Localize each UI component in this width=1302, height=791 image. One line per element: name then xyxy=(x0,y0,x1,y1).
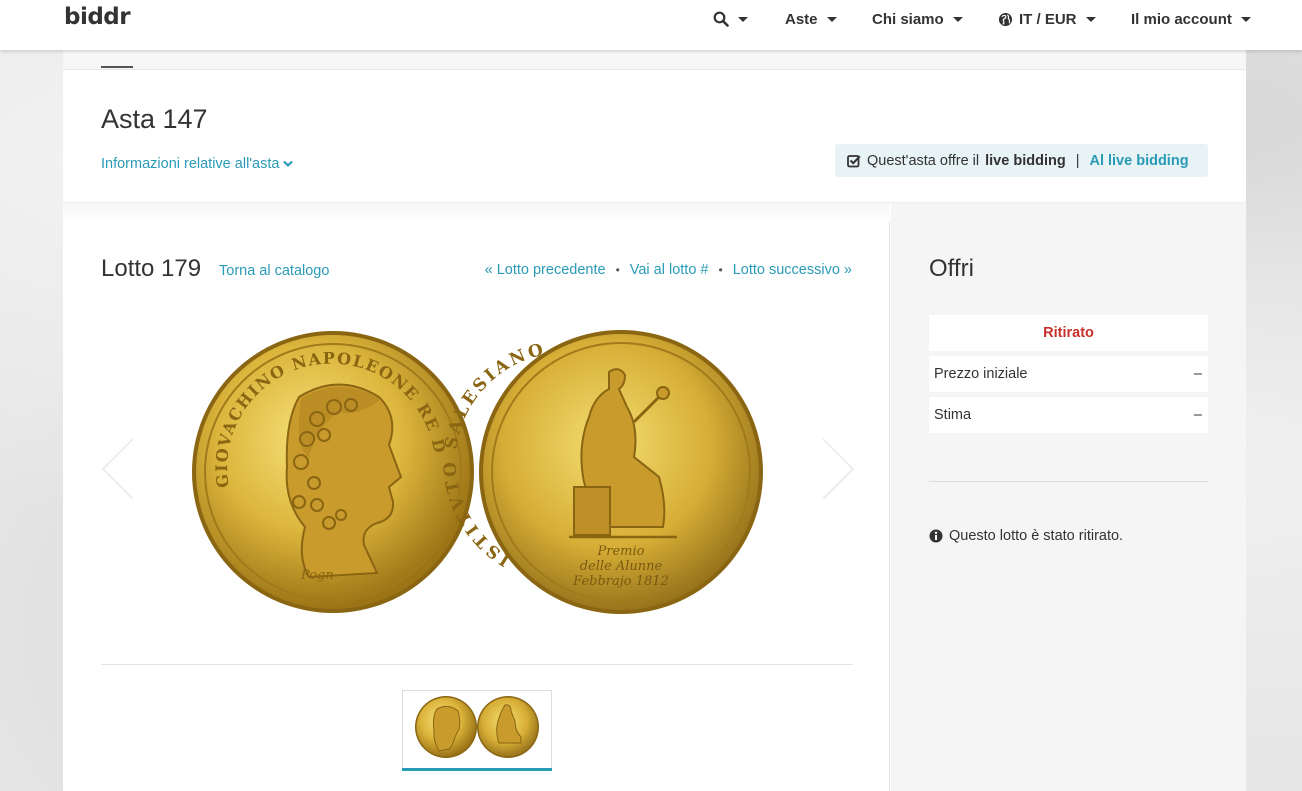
auction-info-toggle[interactable]: Informazioni relative all'asta xyxy=(101,156,294,172)
auction-info-label: Informazioni relative all'asta xyxy=(101,156,280,172)
live-bidding-box: Quest'asta offre il live bidding | Al li… xyxy=(835,144,1208,177)
lot-title: Lotto 179 xyxy=(101,255,202,282)
main-container: Asta 147 Informazioni relative all'asta … xyxy=(63,50,1246,791)
nav-language-currency[interactable]: IT / EUR xyxy=(998,11,1096,28)
coin-reverse-image: ISTITVTO SALESIANO Premio delle Alunne F… xyxy=(440,330,763,614)
live-bidding-separator: | xyxy=(1075,152,1080,169)
chevron-down-icon xyxy=(283,160,294,168)
goto-lot-link[interactable]: Vai al lotto # xyxy=(630,262,709,278)
starting-price-row: Prezzo iniziale – xyxy=(929,356,1208,392)
subnav-active-indicator xyxy=(101,66,133,68)
next-lot-link[interactable]: Lotto successivo » xyxy=(733,262,852,278)
thumbnail-active-indicator xyxy=(402,768,552,771)
search-dropdown[interactable] xyxy=(713,11,748,27)
estimate-row: Stima – xyxy=(929,397,1208,433)
lot-image-gallery[interactable]: GIOVACHINO NAPOLEONE RE DELLE DUE SICILI… xyxy=(181,312,765,615)
live-bidding-link[interactable]: Al live bidding xyxy=(1089,153,1188,169)
coin-obverse-image: GIOVACHINO NAPOLEONE RE DELLE DUE SICILI… xyxy=(181,312,474,613)
withdrawn-notice: Questo lotto è stato ritirato. xyxy=(929,528,1123,544)
starting-price-label: Prezzo iniziale xyxy=(934,366,1028,382)
gallery-prev-arrow[interactable] xyxy=(99,437,139,501)
thumbnail-divider xyxy=(101,664,853,665)
coin-obverse-signature: Pogn xyxy=(300,568,334,583)
bid-panel: Offri Ritirato Prezzo iniziale – Stima –… xyxy=(891,203,1246,791)
coin-reverse-inscription-3: Febbrajo 1812 xyxy=(572,574,669,589)
chevron-down-icon xyxy=(952,17,963,22)
gallery-next-arrow[interactable] xyxy=(817,437,857,501)
bid-divider xyxy=(929,481,1208,482)
coin-reverse-inscription-2: delle Alunne xyxy=(580,559,663,574)
nav-chi-siamo[interactable]: Chi siamo xyxy=(872,11,963,28)
estimate-label: Stima xyxy=(934,407,972,423)
biddr-logo[interactable]: biddr xyxy=(64,4,131,30)
nav-account-label: Il mio account xyxy=(1131,11,1232,28)
starting-price-value: – xyxy=(1193,366,1202,382)
info-icon xyxy=(929,529,943,543)
previous-lot-link[interactable]: « Lotto precedente xyxy=(485,262,606,278)
chevron-down-icon xyxy=(1085,17,1096,22)
withdrawn-notice-text: Questo lotto è stato ritirato. xyxy=(949,528,1124,544)
back-to-catalog-link[interactable]: Torna al catalogo xyxy=(219,263,329,279)
top-navbar: biddr Aste Chi siamo IT / EUR Il mio acc… xyxy=(0,0,1302,50)
panel-shade xyxy=(63,203,890,221)
coin-reverse-inscription-1: Premio xyxy=(597,544,645,559)
bid-title: Offri xyxy=(929,255,974,282)
subnav-strip xyxy=(63,50,1246,70)
globe-icon xyxy=(998,12,1013,27)
live-bidding-text: Quest'asta offre il xyxy=(867,152,980,169)
lot-status-badge: Ritirato xyxy=(929,315,1208,351)
chevron-down-icon xyxy=(1240,17,1251,22)
live-bidding-bold: live bidding xyxy=(985,152,1066,169)
chevron-down-icon xyxy=(738,16,748,22)
nav-my-account[interactable]: Il mio account xyxy=(1131,11,1251,28)
nav-aste[interactable]: Aste xyxy=(785,11,837,28)
lot-thumbnail[interactable] xyxy=(402,690,552,770)
search-icon xyxy=(713,11,729,27)
auction-title: Asta 147 xyxy=(101,104,208,134)
lot-panel: Lotto 179 Torna al catalogo « Lotto prec… xyxy=(63,203,890,791)
nav-separator: • xyxy=(718,263,723,277)
nav-separator: • xyxy=(615,263,620,277)
estimate-value: – xyxy=(1193,407,1202,423)
lot-navigation: « Lotto precedente • Vai al lotto # • Lo… xyxy=(485,262,852,278)
nav-aste-label: Aste xyxy=(785,11,818,28)
checkbox-checked-icon xyxy=(847,154,861,168)
chevron-down-icon xyxy=(826,17,837,22)
nav-chi-siamo-label: Chi siamo xyxy=(872,11,944,28)
nav-language-label: IT / EUR xyxy=(1019,11,1077,28)
